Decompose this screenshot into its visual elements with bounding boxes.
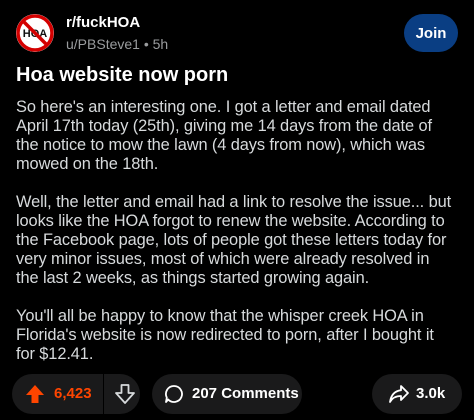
paragraph-line: You'll all be happy to know that the whi…	[16, 307, 424, 325]
upvote-arrow-icon[interactable]	[24, 383, 46, 405]
post-header: HOA r/fuckHOA u/PBSteve1 • 5h Join	[16, 12, 458, 56]
paragraph-line: April 17th today (25th), giving me 14 da…	[16, 117, 432, 135]
paragraph-line: So here's an interesting one. I got a le…	[16, 98, 431, 116]
meta-separator: •	[143, 36, 149, 52]
comment-bubble-icon	[165, 385, 183, 403]
paragraph-line: Florida's website is now redirected to p…	[16, 326, 434, 344]
downvote-arrow-icon[interactable]	[114, 383, 136, 405]
paragraph-line: the last 2 weeks, as things started grow…	[16, 269, 370, 287]
no-hoa-logo-icon: HOA	[16, 14, 54, 52]
subreddit-name[interactable]: r/fuckHOA	[66, 14, 140, 31]
post-paragraph: You'll all be happy to know that the whi…	[16, 307, 462, 364]
paragraph-line: the Facebook page, lots of people got th…	[16, 231, 447, 249]
share-button[interactable]: 3.0k	[372, 374, 462, 414]
join-button[interactable]: Join	[404, 14, 458, 52]
post-age: 5h	[152, 36, 169, 52]
share-arrow-icon	[389, 385, 409, 403]
post-paragraph: Well, the letter and email had a link to…	[16, 193, 462, 288]
paragraph-line: for $12.41.	[16, 345, 94, 363]
vote-control: 6,423	[12, 374, 140, 414]
paragraph-line: looks like the HOA forgot to renew the w…	[16, 212, 445, 230]
post-body: So here's an interesting one. I got a le…	[16, 98, 462, 383]
author-name[interactable]: u/PBSteve1	[66, 36, 140, 52]
paragraph-line: mowed on the 18th.	[16, 155, 159, 173]
vote-divider	[103, 374, 104, 414]
paragraph-line: Well, the letter and email had a link to…	[16, 193, 452, 211]
paragraph-line: very minor issues, most of which were al…	[16, 250, 430, 268]
vote-score: 6,423	[54, 385, 92, 402]
comments-button[interactable]: 207 Comments	[152, 374, 302, 414]
comments-count: 207 Comments	[192, 385, 299, 402]
reddit-post: HOA r/fuckHOA u/PBSteve1 • 5h Join Hoa w…	[0, 0, 474, 420]
share-count: 3.0k	[416, 385, 446, 402]
post-paragraph: So here's an interesting one. I got a le…	[16, 98, 462, 174]
action-bar: 6,423 207 Comments 3.0k	[12, 374, 462, 414]
post-title[interactable]: Hoa website now porn	[16, 64, 458, 87]
post-meta: u/PBSteve1 • 5h	[66, 36, 168, 52]
subreddit-icon[interactable]: HOA	[16, 14, 54, 52]
paragraph-line: the notice to mow the lawn (4 days from …	[16, 136, 425, 154]
